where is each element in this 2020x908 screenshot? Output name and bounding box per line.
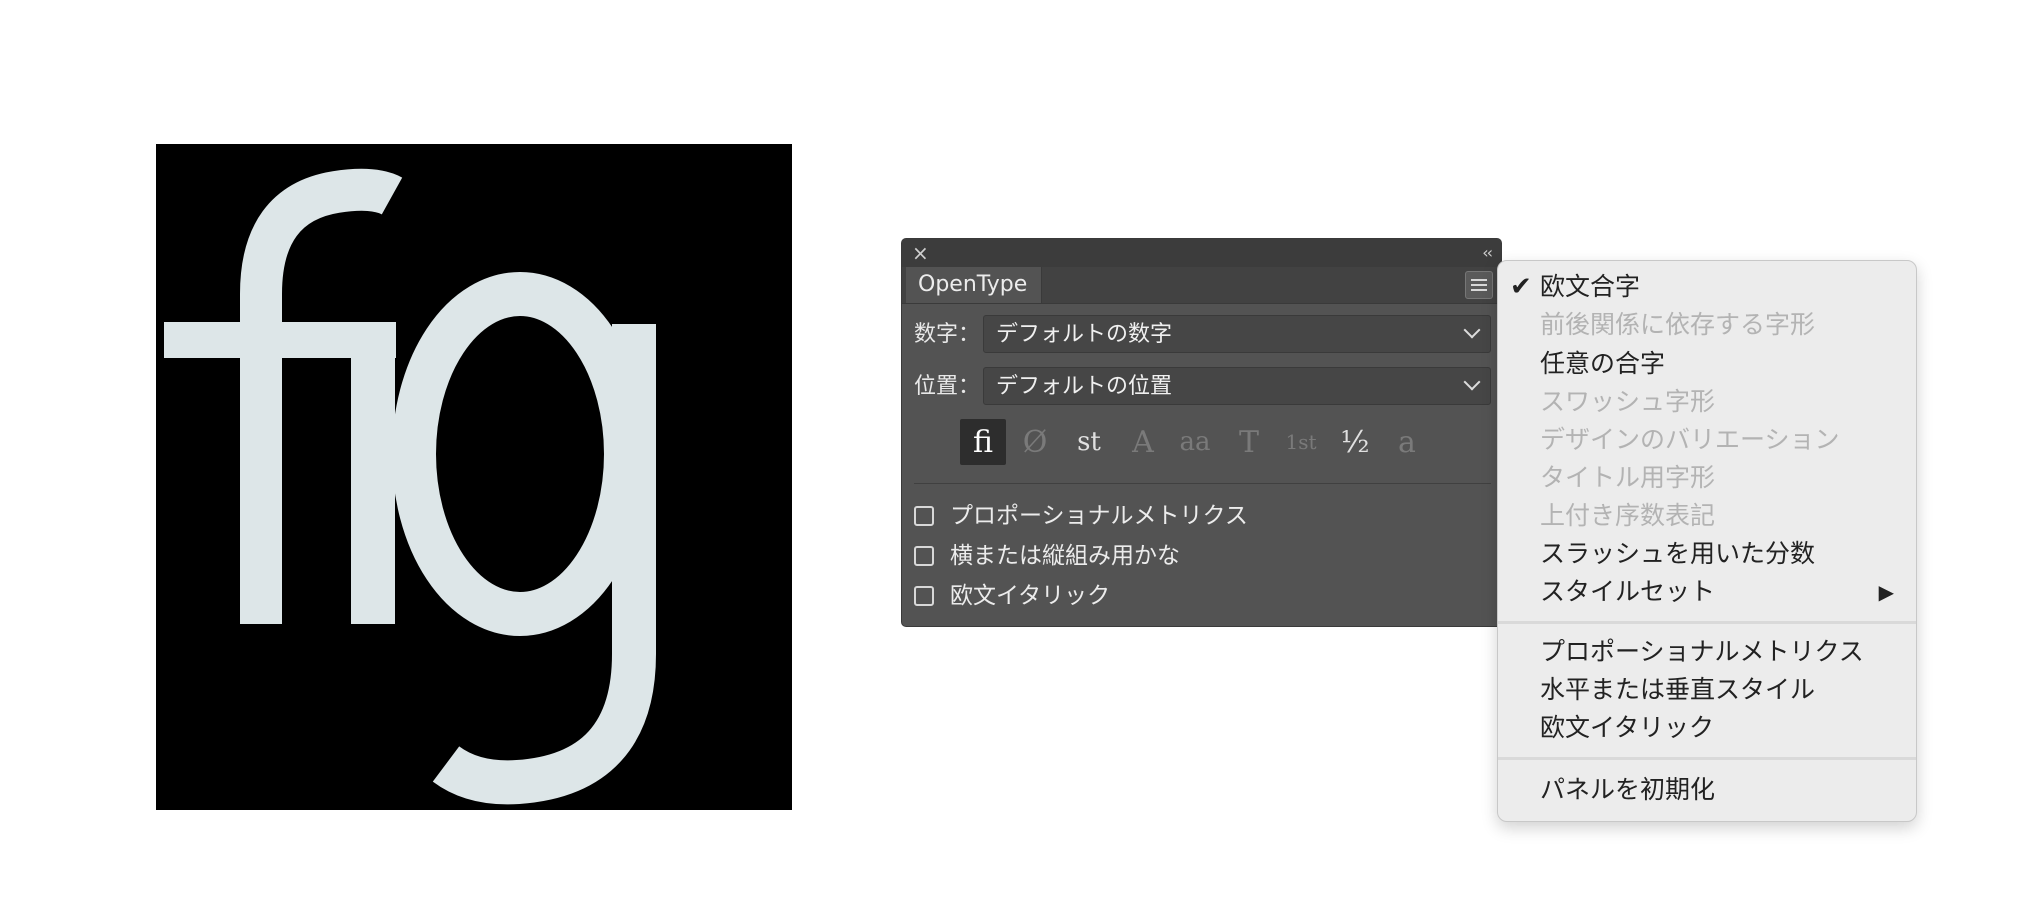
- opentype-panel: × ‹‹ OpenType 数字： デフォルトの数字 位置： デフォルトの位置 …: [901, 238, 1502, 627]
- panel-divider: [914, 483, 1491, 484]
- panel-flyout-menu: ✔ 欧文合字 前後関係に依存する字形 任意の合字 スワッシュ字形 デザインのバリ…: [1497, 260, 1917, 822]
- stylistic-sets-icon[interactable]: a: [1384, 419, 1430, 465]
- menu-item-ordinals: 上付き序数表記: [1540, 501, 1716, 530]
- hamburger-icon: [1471, 284, 1487, 286]
- menu-item-stylistic-alternates: デザインのバリエーション: [1540, 425, 1840, 454]
- numerals-select[interactable]: デフォルトの数字: [983, 315, 1491, 353]
- menu-item-titling-alternates: タイトル用字形: [1540, 463, 1716, 492]
- numerals-row: 数字： デフォルトの数字: [902, 315, 1501, 355]
- position-row: 位置： デフォルトの位置: [902, 367, 1501, 407]
- menu-separator: [1498, 621, 1916, 624]
- checkbox-label: 欧文イタリック: [950, 583, 1111, 609]
- menu-item-reset-panel[interactable]: パネルを初期化: [1540, 773, 1715, 807]
- menu-item-proportional-metrics[interactable]: プロポーショナルメトリクス: [1540, 635, 1864, 669]
- standard-ligatures-icon[interactable]: ﬁ: [960, 419, 1006, 465]
- chevron-down-icon: [1463, 321, 1481, 339]
- stylistic-alternates-icon[interactable]: aa: [1172, 419, 1218, 465]
- swash-icon[interactable]: A: [1120, 419, 1166, 465]
- collapse-icon[interactable]: ‹‹: [1482, 241, 1493, 265]
- menu-item-stylistic-sets[interactable]: スタイルセット: [1540, 575, 1715, 609]
- glyph-preview: fig: [156, 144, 792, 810]
- chevron-down-icon: [1463, 373, 1481, 391]
- position-label: 位置：: [914, 374, 981, 399]
- hamburger-icon: [1471, 279, 1487, 281]
- panel-menu-button[interactable]: [1465, 271, 1493, 299]
- panel-titlebar[interactable]: × ‹‹: [902, 239, 1501, 267]
- fractions-icon[interactable]: ½: [1332, 419, 1378, 465]
- menu-item-contextual-alternates: 前後関係に依存する字形: [1540, 310, 1816, 339]
- menu-item-horizontal-vertical-style[interactable]: 水平または垂直スタイル: [1540, 673, 1815, 707]
- menu-item-fractions[interactable]: スラッシュを用いた分数: [1540, 537, 1815, 571]
- menu-separator: [1498, 757, 1916, 760]
- menu-item-standard-ligatures[interactable]: 欧文合字: [1540, 270, 1640, 304]
- checkbox-label: 横または縦組み用かな: [950, 543, 1180, 569]
- checkbox[interactable]: [914, 506, 934, 526]
- checkmark-icon: ✔: [1510, 272, 1532, 302]
- checkbox[interactable]: [914, 546, 934, 566]
- checkbox-proportional-metrics[interactable]: プロポーショナルメトリクス: [914, 501, 1474, 533]
- fig-glyph-art: fig: [164, 168, 656, 805]
- checkbox-label: プロポーショナルメトリクス: [950, 503, 1248, 529]
- numerals-value: デフォルトの数字: [996, 322, 1173, 347]
- submenu-arrow-icon: ▶: [1878, 580, 1894, 604]
- titling-alternates-icon[interactable]: T: [1226, 419, 1272, 465]
- checkbox[interactable]: [914, 586, 934, 606]
- panel-tab-row: OpenType: [902, 267, 1501, 304]
- close-icon[interactable]: ×: [912, 241, 929, 265]
- menu-item-discretionary-ligatures[interactable]: 任意の合字: [1540, 347, 1665, 381]
- numerals-label: 数字：: [914, 322, 981, 347]
- checkbox-roman-italics[interactable]: 欧文イタリック: [914, 581, 1474, 613]
- position-value: デフォルトの位置: [996, 374, 1173, 399]
- checkbox-kana[interactable]: 横または縦組み用かな: [914, 541, 1474, 573]
- position-select[interactable]: デフォルトの位置: [983, 367, 1491, 405]
- discretionary-ligatures-icon[interactable]: st: [1066, 419, 1112, 465]
- opentype-feature-buttons: ﬁ Ø st A aa T 1st ½ a: [960, 419, 1480, 467]
- menu-item-swash: スワッシュ字形: [1540, 387, 1716, 416]
- tab-opentype[interactable]: OpenType: [906, 267, 1042, 303]
- menu-item-roman-italics[interactable]: 欧文イタリック: [1540, 711, 1714, 745]
- ordinals-icon[interactable]: 1st: [1278, 419, 1324, 465]
- hamburger-icon: [1471, 289, 1487, 291]
- contextual-alternates-icon[interactable]: Ø: [1012, 419, 1058, 465]
